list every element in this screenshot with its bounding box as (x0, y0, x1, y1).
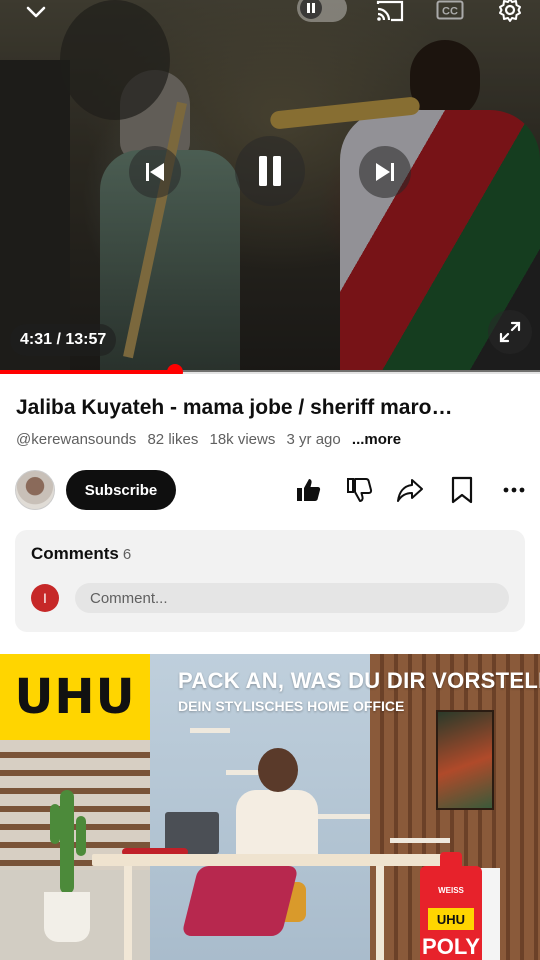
video-title[interactable]: Jaliba Kuyateh - mama jobe / sheriff mar… (16, 396, 526, 420)
cast-button[interactable] (374, 0, 406, 22)
ad-subheadline: DEIN STYLISCHES HOME OFFICE (178, 698, 405, 714)
captions-button[interactable]: CC (435, 0, 465, 20)
subscribe-button[interactable]: Subscribe (66, 470, 176, 510)
save-button[interactable] (446, 474, 478, 506)
like-button[interactable] (292, 474, 324, 506)
chevron-down-icon (26, 6, 46, 18)
more-link[interactable]: ...more (352, 431, 401, 448)
more-actions-button[interactable] (498, 474, 530, 506)
gear-icon (499, 0, 521, 22)
comments-panel[interactable]: Comments 6 I Comment... (15, 530, 525, 632)
dislike-icon (347, 478, 373, 502)
save-icon (451, 476, 473, 504)
cast-icon (376, 0, 404, 22)
pause-icon (259, 156, 281, 186)
collapse-button[interactable] (20, 0, 52, 24)
comments-count: 6 (122, 546, 132, 563)
share-icon (397, 479, 423, 502)
cc-icon: CC (436, 0, 464, 20)
comments-title: Comments (31, 544, 119, 563)
fullscreen-button[interactable] (488, 310, 532, 354)
next-button[interactable] (359, 146, 411, 198)
play-pause-button[interactable] (235, 136, 305, 206)
svg-text:CC: CC (442, 6, 458, 18)
product-logo: UHU (428, 908, 474, 930)
video-meta[interactable]: @kerewansounds 82 likes 18k views 3 yr a… (16, 431, 408, 448)
brand-logo: UHU (0, 654, 150, 740)
autoplay-toggle[interactable] (297, 0, 347, 22)
painting-image (436, 710, 494, 810)
skip-next-icon (376, 163, 394, 181)
skip-previous-icon (146, 163, 164, 181)
comments-header: Comments 6 (31, 544, 131, 564)
dislike-button[interactable] (343, 474, 375, 506)
upload-age: 3 yr ago (286, 431, 341, 448)
ad-banner[interactable]: WEISS UHU POLY UHU PACK AN, WAS DU DIR V… (0, 654, 540, 960)
fullscreen-icon (499, 321, 521, 343)
channel-handle[interactable]: @kerewansounds (16, 431, 136, 448)
settings-button[interactable] (495, 0, 525, 24)
channel-avatar[interactable] (15, 470, 55, 510)
comment-input[interactable]: Comment... (75, 583, 509, 613)
share-button[interactable] (394, 474, 426, 506)
brand-logo-text: UHU (14, 669, 136, 725)
video-details: Jaliba Kuyateh - mama jobe / sheriff mar… (0, 374, 540, 654)
previous-button[interactable] (129, 146, 181, 198)
more-icon (503, 487, 525, 493)
channel-row: Subscribe (0, 470, 540, 510)
autoplay-toggle-icon (300, 0, 322, 19)
product-name: POLY (422, 934, 480, 959)
product-brand: WEISS (438, 886, 464, 895)
video-player[interactable]: CC 4:31 / 13:57 (0, 0, 540, 372)
user-avatar: I (31, 584, 59, 612)
like-count: 82 likes (147, 431, 199, 448)
time-display: 4:31 / 13:57 (10, 324, 117, 356)
like-icon (297, 479, 321, 501)
ad-headline: PACK AN, WAS DU DIR VORSTELLST! (178, 668, 540, 693)
view-count: 18k views (209, 431, 276, 448)
